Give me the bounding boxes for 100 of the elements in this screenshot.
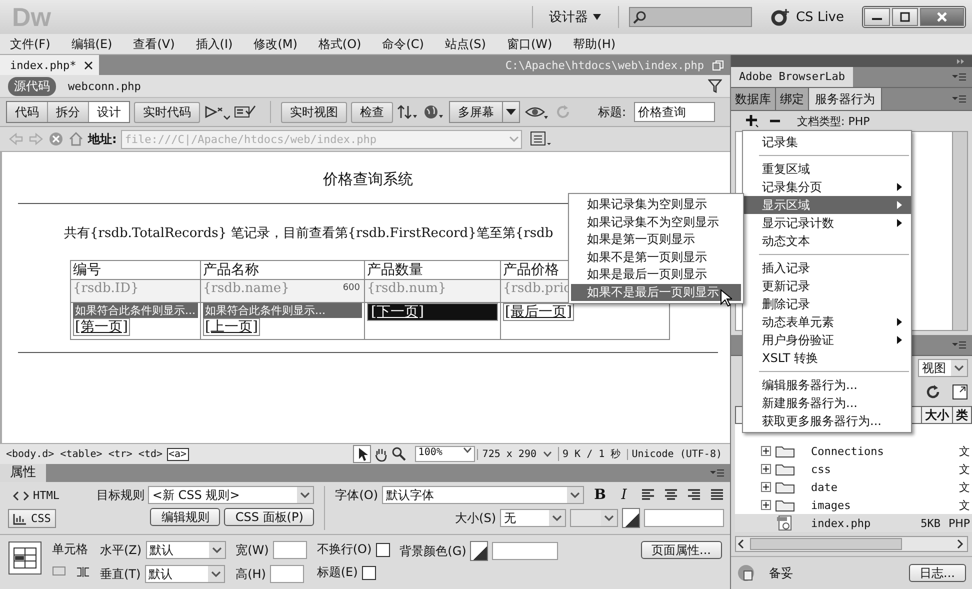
file-name[interactable]: Connections xyxy=(811,444,884,458)
align-icon[interactable] xyxy=(664,489,678,501)
panel-menu-icon[interactable] xyxy=(952,72,966,82)
pointer-tool-icon[interactable] xyxy=(353,445,372,463)
mode-button[interactable]: HTML xyxy=(8,486,64,505)
tag-selector[interactable]: <td> xyxy=(136,448,165,460)
panel-menu-icon[interactable] xyxy=(952,340,966,350)
color-field[interactable] xyxy=(644,509,724,527)
close-button[interactable] xyxy=(920,8,964,26)
align-icon[interactable] xyxy=(710,489,724,501)
expand-panel-icon[interactable] xyxy=(952,384,968,400)
menu-item[interactable]: 如果记录集不为空则显示 xyxy=(569,214,743,231)
scroll-left-icon[interactable] xyxy=(736,539,746,549)
expand-icon[interactable] xyxy=(956,58,966,64)
menu-item[interactable]: 如果是最后一页则显示 xyxy=(569,266,743,284)
menu-item[interactable]: 新建服务器行为... xyxy=(743,394,911,412)
color-field[interactable] xyxy=(492,542,558,560)
inspect-button[interactable]: 检查 xyxy=(351,102,393,122)
menu-item[interactable]: 插入(I) xyxy=(196,36,233,52)
zoom-tool-icon[interactable] xyxy=(391,446,408,462)
expand-toggle-icon[interactable] xyxy=(761,446,771,456)
file-name[interactable]: date xyxy=(811,480,838,494)
related-file[interactable]: 源代码 xyxy=(8,76,56,96)
expand-toggle-icon[interactable] xyxy=(761,482,771,492)
tag-selector[interactable]: <table> xyxy=(58,448,104,460)
properties-tab[interactable]: 属性 xyxy=(0,464,46,482)
menu-item[interactable]: 记录集 xyxy=(743,133,911,151)
menu-item[interactable]: 格式(O) xyxy=(318,36,362,52)
menu-item[interactable]: 命令(C) xyxy=(382,36,424,52)
align-icon[interactable] xyxy=(641,489,655,501)
search-field[interactable] xyxy=(628,7,752,27)
menu-item[interactable]: 如果记录集为空则显示 xyxy=(569,196,743,214)
view-button[interactable]: 拆分 xyxy=(48,102,89,122)
horizontal-dropdown[interactable]: 默认 xyxy=(146,541,226,559)
align-icon[interactable] xyxy=(687,489,701,501)
panel-menu-icon[interactable] xyxy=(952,94,966,104)
cs-live-label[interactable]: CS Live xyxy=(796,10,844,24)
menu-item[interactable]: 动态文本 xyxy=(743,232,911,250)
font-dropdown[interactable]: 默认字体 xyxy=(382,486,584,504)
expand-toggle-icon[interactable] xyxy=(761,500,771,510)
menu-item[interactable]: 显示记录计数 xyxy=(743,214,911,232)
color-picker[interactable] xyxy=(470,541,488,561)
zoom-dropdown[interactable]: 100% xyxy=(415,446,476,462)
minimize-button[interactable] xyxy=(864,8,890,26)
scrollbar[interactable] xyxy=(952,132,967,330)
arrows-icon[interactable] xyxy=(397,104,419,120)
size-dropdown[interactable]: 无 xyxy=(500,509,566,527)
maximize-button[interactable] xyxy=(892,8,918,26)
tag-selector[interactable]: <a> xyxy=(166,448,189,460)
menu-item[interactable]: 站点(S) xyxy=(444,36,486,52)
mode-button[interactable]: CSS xyxy=(8,509,56,528)
merge-cells-icon[interactable] xyxy=(52,566,66,576)
hand-tool-icon[interactable] xyxy=(373,446,390,462)
menu-item[interactable]: 帮助(H) xyxy=(573,36,616,52)
workspace-switcher[interactable]: 设计器 xyxy=(542,6,608,28)
expand-toggle-icon[interactable] xyxy=(761,464,771,474)
height-field[interactable] xyxy=(270,565,304,583)
menu-item[interactable]: 插入记录 xyxy=(743,259,911,277)
menu-item[interactable]: 重复区域 xyxy=(743,160,911,178)
split-cell-icon[interactable] xyxy=(76,566,90,578)
live-view-button[interactable]: 实时视图 xyxy=(281,102,347,122)
menu-item[interactable]: 如果是第一页则显示 xyxy=(569,231,743,248)
restore-icon[interactable] xyxy=(712,60,724,70)
bold-button[interactable]: B xyxy=(592,487,608,503)
column-header[interactable]: 大小 xyxy=(921,407,952,423)
css-panel-button[interactable]: CSS 面板(P) xyxy=(224,508,314,526)
width-field[interactable] xyxy=(272,541,307,559)
panel-tab[interactable]: 数据库 xyxy=(731,88,776,110)
menu-item[interactable]: 更新记录 xyxy=(743,277,911,295)
menu-item[interactable]: 显示区域 xyxy=(743,196,911,214)
menu-item[interactable]: 记录集分页 xyxy=(743,178,911,196)
view-dropdown[interactable]: 视图 xyxy=(918,359,968,377)
menu-item[interactable]: 用户身份验证 xyxy=(743,331,911,349)
pager-link[interactable]: [上一页] xyxy=(203,318,260,336)
list-icon[interactable] xyxy=(530,131,552,147)
menu-item[interactable]: 获取更多服务器行为... xyxy=(743,412,911,430)
menu-item[interactable]: 窗口(W) xyxy=(506,36,552,52)
edit-rule-button[interactable]: 编辑规则 xyxy=(150,508,220,526)
page-properties-button[interactable]: 页面属性... xyxy=(640,541,722,559)
scrollbar[interactable] xyxy=(735,536,968,552)
live-code-button[interactable]: 实时代码 xyxy=(134,102,200,122)
menu-item[interactable]: 编辑服务器行为... xyxy=(743,376,911,394)
dropdown-caret-icon[interactable] xyxy=(208,542,225,558)
tag-selector[interactable]: <body.d> xyxy=(4,448,56,460)
italic-button[interactable]: I xyxy=(616,487,632,503)
pager-link[interactable]: [最后一页] xyxy=(503,303,574,321)
panel-tab[interactable]: 绑定 xyxy=(776,88,809,110)
pointer-icon[interactable] xyxy=(204,104,230,120)
document-tab[interactable]: index.php* xyxy=(0,55,100,75)
no-wrap-checkbox[interactable] xyxy=(376,542,390,556)
column-header[interactable]: 类 xyxy=(952,407,971,423)
menu-item[interactable]: 如果不是第一页则显示 xyxy=(569,248,743,266)
tag-selector[interactable]: <tr> xyxy=(106,448,134,460)
window-size[interactable]: 725 x 290 xyxy=(477,448,556,460)
menu-item[interactable]: XSLT 转换 xyxy=(743,349,911,367)
refresh-icon[interactable] xyxy=(924,383,942,401)
plus-icon[interactable] xyxy=(745,114,759,128)
file-name[interactable]: index.php xyxy=(811,516,871,530)
view-button[interactable]: 代码 xyxy=(7,102,48,122)
target-rule-dropdown[interactable]: <新 CSS 规则> xyxy=(148,486,314,504)
